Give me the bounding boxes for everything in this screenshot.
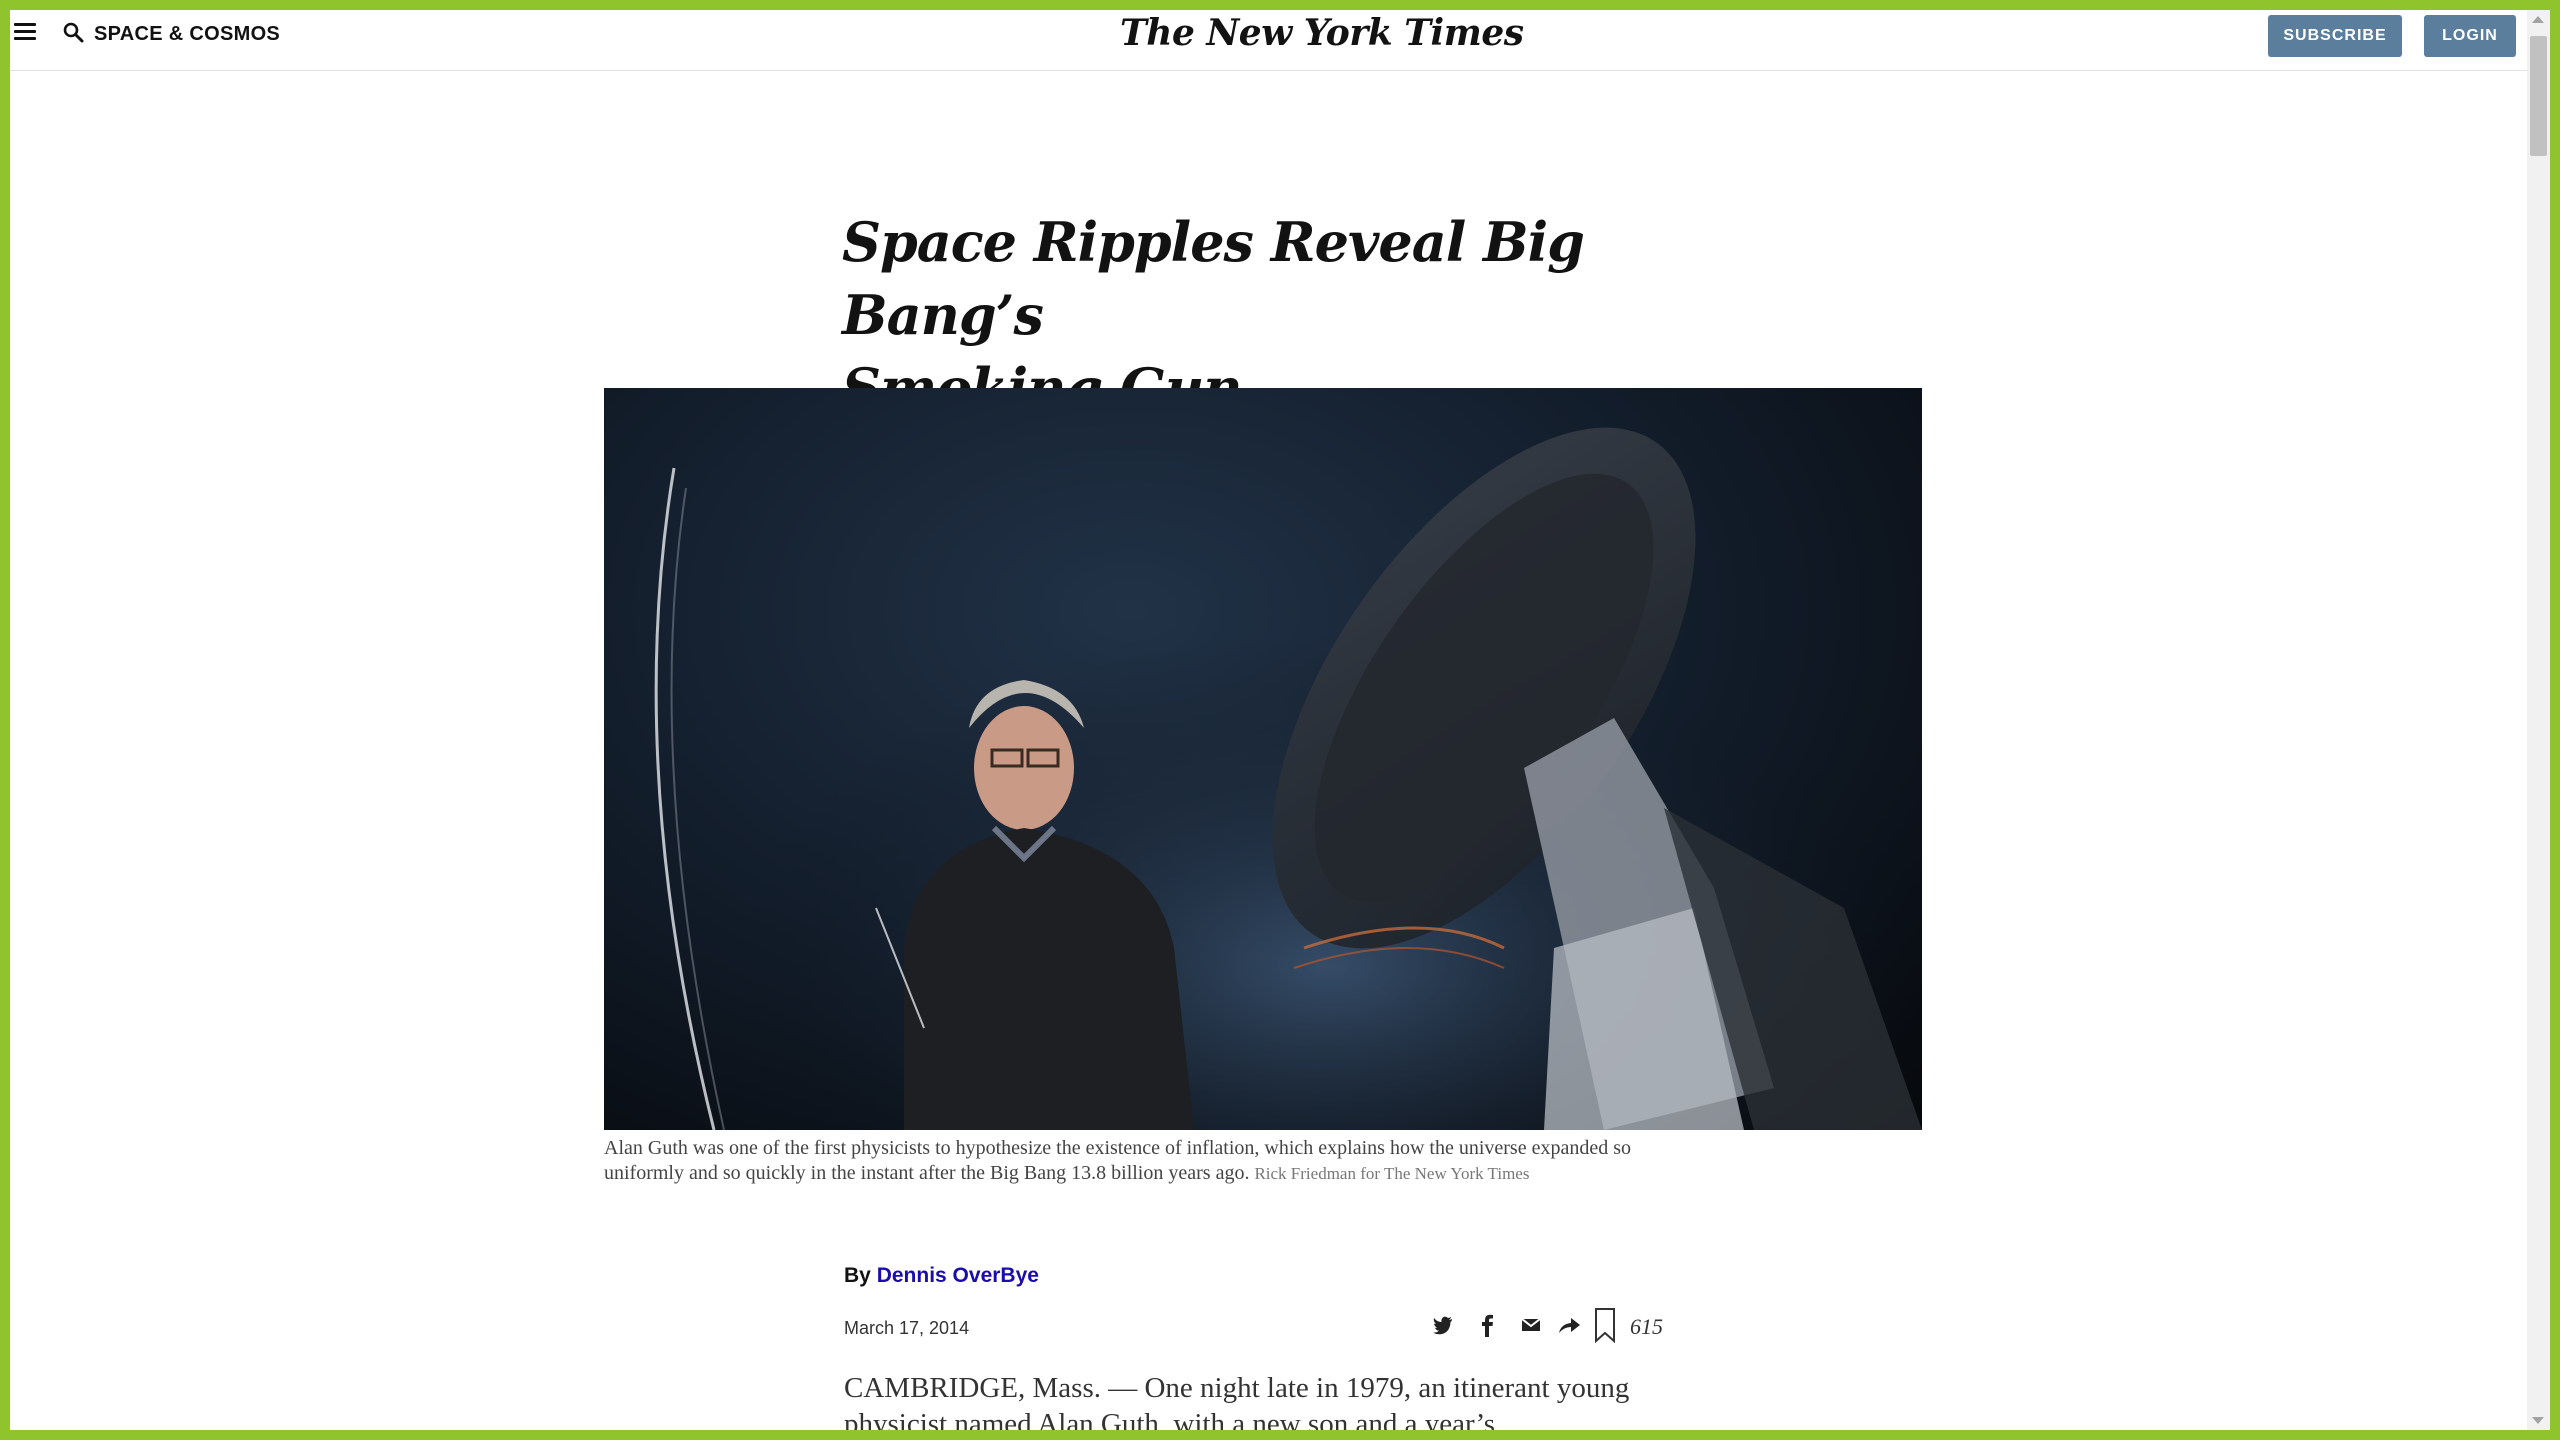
author-link[interactable]: Dennis OverBye	[877, 1264, 1039, 1287]
comment-count[interactable]: 615	[1630, 1314, 1663, 1340]
lead-photo	[604, 388, 1922, 1130]
scroll-thumb[interactable]	[2530, 36, 2547, 156]
photo-illustration	[604, 388, 1922, 1130]
facebook-icon[interactable]	[1472, 1310, 1502, 1340]
browser-viewport: SPACE & COSMOS The New York Times SUBSCR…	[10, 10, 2550, 1430]
photo-credit: Rick Friedman for The New York Times	[1254, 1164, 1530, 1183]
masthead: SPACE & COSMOS The New York Times SUBSCR…	[10, 10, 2527, 71]
twitter-icon[interactable]	[1428, 1310, 1458, 1340]
bookmark-icon[interactable]	[1590, 1306, 1620, 1344]
section-link[interactable]: SPACE & COSMOS	[94, 23, 280, 46]
menu-icon[interactable]	[14, 23, 36, 43]
publish-date: March 17, 2014	[844, 1318, 970, 1338]
share-icon[interactable]	[1554, 1310, 1584, 1340]
scroll-up-arrow-icon[interactable]	[2532, 16, 2544, 23]
byline: By Dennis OverBye	[844, 1264, 1039, 1288]
byline-prefix: By	[844, 1264, 871, 1287]
article-body: CAMBRIDGE, Mass. — One night late in 197…	[844, 1372, 1630, 1430]
headline-line-1: Space Ripples Reveal Big Bang’s	[842, 210, 1585, 347]
email-icon[interactable]	[1516, 1310, 1546, 1340]
scrollbar[interactable]	[2527, 10, 2550, 1430]
subscribe-button[interactable]: SUBSCRIBE	[2268, 15, 2402, 57]
search-icon[interactable]	[62, 21, 86, 45]
login-button[interactable]: LOGIN	[2424, 15, 2516, 57]
nyt-logo[interactable]: The New York Times	[1120, 12, 1524, 54]
photo-caption: Alan Guth was one of the first physicist…	[604, 1136, 1644, 1186]
scroll-down-arrow-icon[interactable]	[2532, 1417, 2544, 1424]
